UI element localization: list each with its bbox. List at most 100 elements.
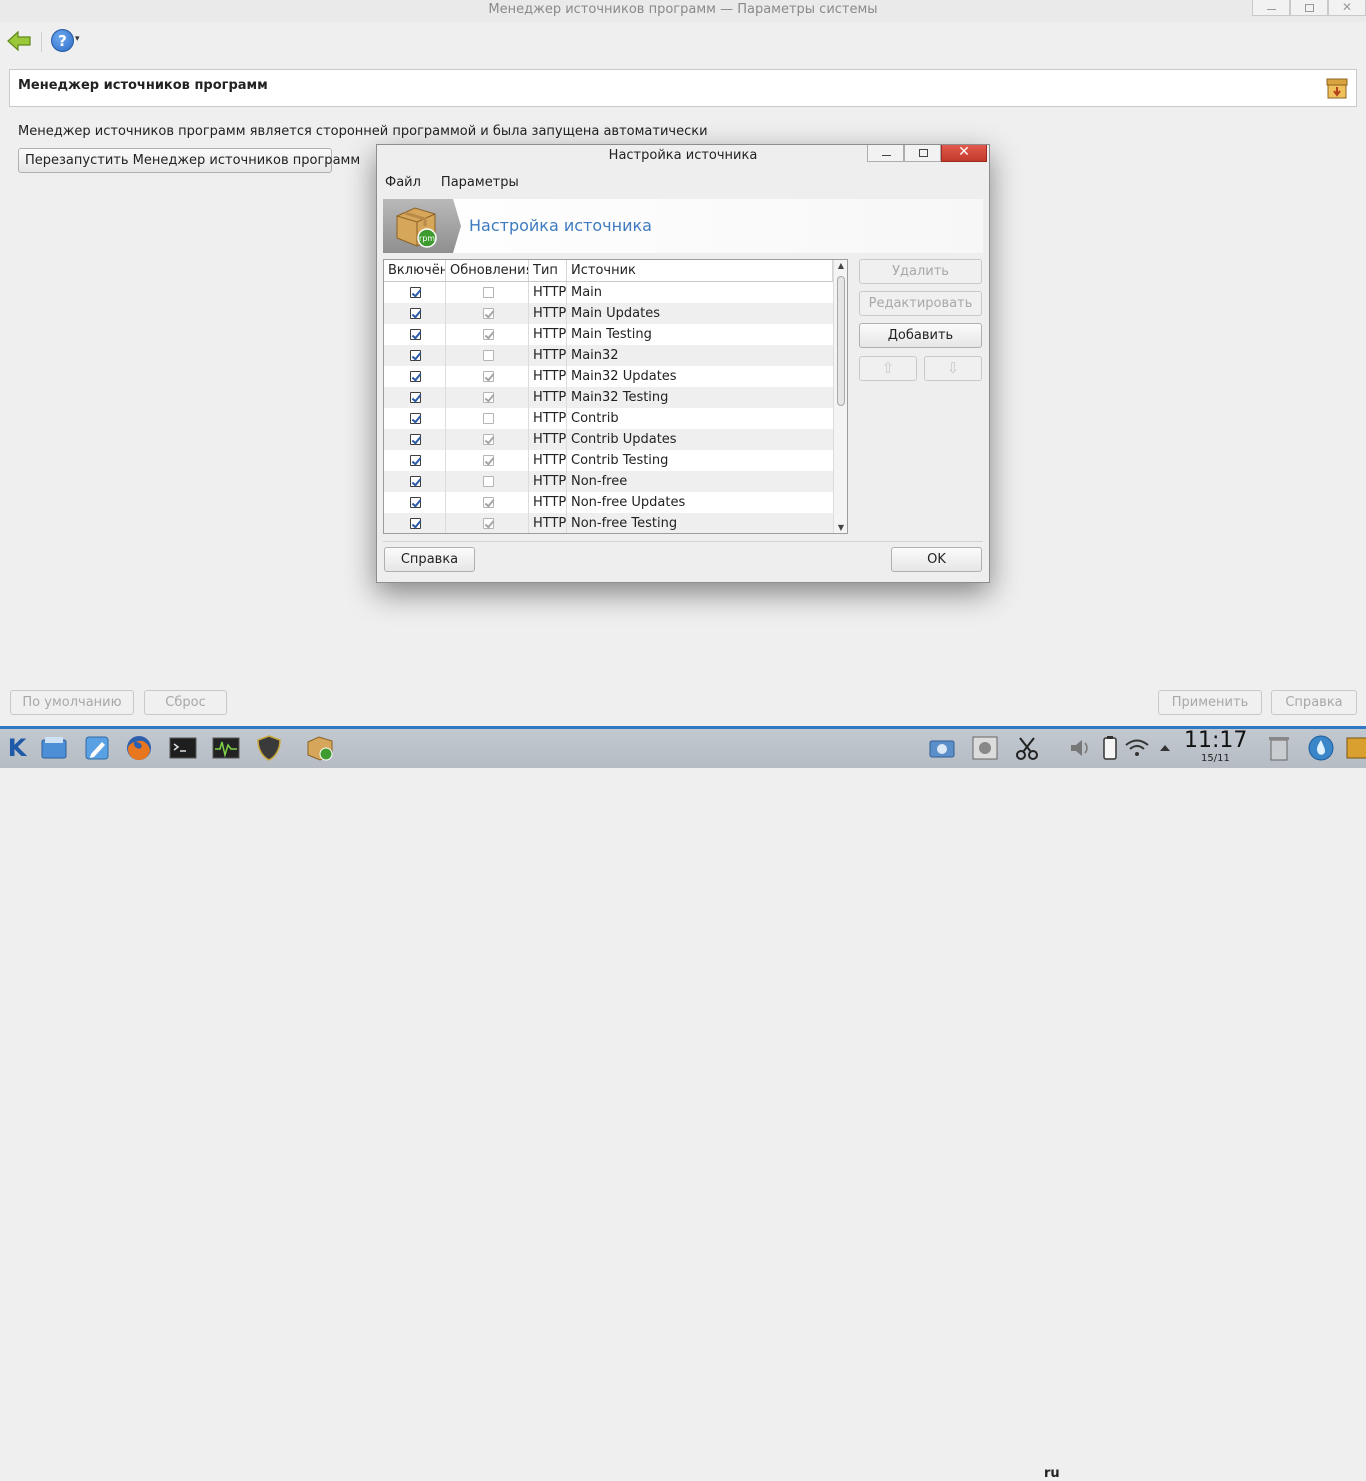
enabled-checkbox[interactable]	[410, 518, 421, 529]
table-row[interactable]: HTTP Main Testing	[384, 324, 833, 345]
battery-icon[interactable]	[1095, 733, 1125, 763]
file-manager-icon[interactable]	[39, 733, 69, 763]
updates-checkbox[interactable]	[483, 434, 494, 445]
system-monitor-icon[interactable]	[211, 733, 241, 763]
text-editor-icon[interactable]	[82, 733, 112, 763]
updates-checkbox[interactable]	[483, 413, 494, 424]
back-arrow-icon	[7, 30, 31, 52]
help-button[interactable]: Справка	[1271, 690, 1357, 715]
scroll-down-icon[interactable]: ▼	[836, 523, 846, 532]
keyboard-layout-indicator[interactable]: ru	[1044, 1466, 1060, 1481]
vertical-scrollbar[interactable]: ▲ ▼	[833, 260, 847, 533]
enabled-cell	[384, 471, 446, 492]
enabled-checkbox[interactable]	[410, 287, 421, 298]
back-button[interactable]	[6, 29, 32, 53]
reset-button[interactable]: Сброс	[144, 690, 227, 715]
add-button[interactable]: Добавить	[859, 323, 982, 348]
tray-expand-icon[interactable]	[1150, 733, 1180, 763]
move-down-button[interactable]: ⇩	[924, 356, 982, 381]
k-menu-button[interactable]: K	[4, 733, 30, 763]
enabled-checkbox[interactable]	[410, 371, 421, 382]
show-desktop-icon[interactable]	[1343, 733, 1366, 763]
module-header: Менеджер источников программ	[9, 69, 1357, 107]
updates-checkbox[interactable]	[483, 497, 494, 508]
edit-button[interactable]: Редактировать	[859, 291, 982, 316]
table-row[interactable]: HTTP Main Updates	[384, 303, 833, 324]
minimize-button[interactable]	[1252, 0, 1290, 16]
column-header-source[interactable]: Источник	[567, 260, 833, 281]
enabled-checkbox[interactable]	[410, 329, 421, 340]
updates-checkbox[interactable]	[483, 350, 494, 361]
table-row[interactable]: HTTP Non-free Testing	[384, 513, 833, 533]
trash-icon[interactable]	[1264, 733, 1294, 763]
dialog-help-button[interactable]: Справка	[384, 547, 475, 572]
column-header-enabled[interactable]: Включён	[384, 260, 446, 281]
table-row[interactable]: HTTP Contrib Testing	[384, 450, 833, 471]
type-cell: HTTP	[529, 303, 567, 324]
enabled-checkbox[interactable]	[410, 434, 421, 445]
column-header-updates[interactable]: Обновления	[446, 260, 529, 281]
updates-checkbox[interactable]	[483, 476, 494, 487]
table-row[interactable]: HTTP Main32 Testing	[384, 387, 833, 408]
move-up-button[interactable]: ⇧	[859, 356, 917, 381]
enabled-checkbox[interactable]	[410, 476, 421, 487]
updates-checkbox[interactable]	[483, 392, 494, 403]
updates-checkbox[interactable]	[483, 308, 494, 319]
table-row[interactable]: HTTP Contrib	[384, 408, 833, 429]
table-row[interactable]: HTTP Non-free Updates	[384, 492, 833, 513]
enabled-checkbox[interactable]	[410, 308, 421, 319]
updates-cell	[446, 429, 529, 450]
screenshot-icon[interactable]	[927, 733, 957, 763]
enabled-cell	[384, 387, 446, 408]
menu-parameters[interactable]: Параметры	[439, 175, 521, 193]
updates-checkbox[interactable]	[483, 518, 494, 529]
type-cell: HTTP	[529, 450, 567, 471]
wifi-icon[interactable]	[1122, 733, 1152, 763]
defaults-button[interactable]: По умолчанию	[10, 690, 134, 715]
updates-cell	[446, 492, 529, 513]
scrollbar-thumb[interactable]	[837, 276, 845, 406]
maximize-button[interactable]	[1290, 0, 1328, 16]
table-row[interactable]: HTTP Main32	[384, 345, 833, 366]
close-button[interactable]: ✕	[1328, 0, 1366, 16]
enabled-checkbox[interactable]	[410, 350, 421, 361]
updates-cell	[446, 513, 529, 533]
enabled-checkbox[interactable]	[410, 497, 421, 508]
source-cell: Main32	[571, 348, 619, 363]
apply-button[interactable]: Применить	[1158, 690, 1262, 715]
settings-tool-icon[interactable]	[970, 733, 1000, 763]
volume-icon[interactable]	[1066, 733, 1096, 763]
type-cell: HTTP	[529, 513, 567, 533]
column-header-type[interactable]: Тип	[529, 260, 567, 281]
table-row[interactable]: HTTP Main32 Updates	[384, 366, 833, 387]
updates-checkbox[interactable]	[483, 329, 494, 340]
dialog-minimize-button[interactable]	[867, 145, 904, 162]
enabled-checkbox[interactable]	[410, 413, 421, 424]
security-shield-icon[interactable]	[254, 733, 284, 763]
enabled-checkbox[interactable]	[410, 455, 421, 466]
table-row[interactable]: HTTP Main	[384, 282, 833, 303]
updates-checkbox[interactable]	[483, 455, 494, 466]
source-settings-dialog: Настройка источника ✕ Файл Параметры rpm…	[376, 144, 990, 583]
type-cell: HTTP	[529, 492, 567, 513]
terminal-icon[interactable]	[168, 733, 198, 763]
dialog-close-button[interactable]: ✕	[941, 145, 987, 162]
updates-checkbox[interactable]	[483, 371, 494, 382]
scissors-icon[interactable]	[1012, 733, 1042, 763]
package-manager-icon[interactable]	[305, 733, 335, 763]
water-drop-icon[interactable]	[1306, 733, 1336, 763]
menu-file[interactable]: Файл	[383, 175, 423, 193]
updates-checkbox[interactable]	[483, 287, 494, 298]
firefox-icon[interactable]	[124, 733, 154, 763]
table-row[interactable]: HTTP Non-free	[384, 471, 833, 492]
ok-button[interactable]: OK	[891, 547, 982, 572]
clock[interactable]: 11:17	[1184, 728, 1247, 753]
table-row[interactable]: HTTP Contrib Updates	[384, 429, 833, 450]
dialog-maximize-button[interactable]	[904, 145, 941, 162]
enabled-checkbox[interactable]	[410, 392, 421, 403]
restart-button[interactable]: Перезапустить Менеджер источников програ…	[18, 148, 360, 173]
delete-button[interactable]: Удалить	[859, 259, 982, 284]
scroll-up-icon[interactable]: ▲	[836, 261, 846, 270]
updates-cell	[446, 450, 529, 471]
help-menu-button[interactable]: ? ▾	[51, 28, 85, 54]
